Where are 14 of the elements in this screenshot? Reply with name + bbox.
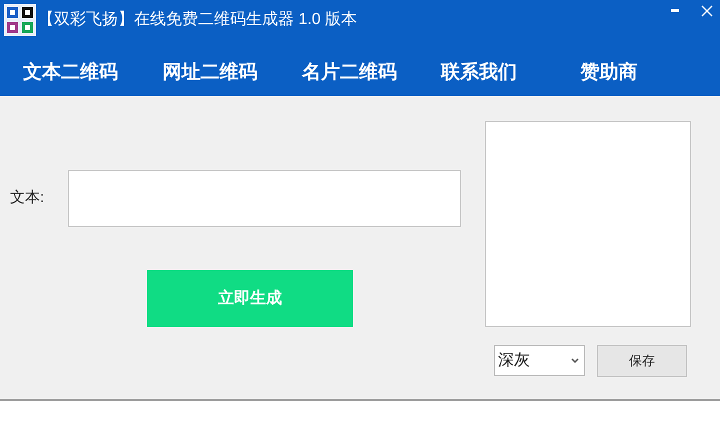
text-input-field[interactable] — [68, 170, 461, 227]
field-label: 文本: — [10, 188, 46, 208]
color-select[interactable]: 深灰 — [494, 345, 585, 376]
window-title: 【双彩飞扬】在线免费二维码生成器 1.0 版本 — [38, 10, 358, 30]
nav-tab[interactable]: 联系我们 — [441, 62, 518, 83]
minimize-icon[interactable] — [671, 9, 679, 12]
chevron-down-icon — [571, 358, 579, 363]
save-button[interactable]: 保存 — [597, 345, 687, 377]
nav-tab[interactable]: 名片二维码 — [302, 62, 397, 83]
app-logo-icon — [4, 4, 36, 36]
nav-tab[interactable]: 网址二维码 — [162, 62, 258, 83]
nav-tab[interactable]: 文本二维码 — [23, 62, 118, 83]
nav-tab[interactable]: 赞助商 — [580, 62, 638, 83]
close-icon[interactable] — [701, 5, 713, 17]
